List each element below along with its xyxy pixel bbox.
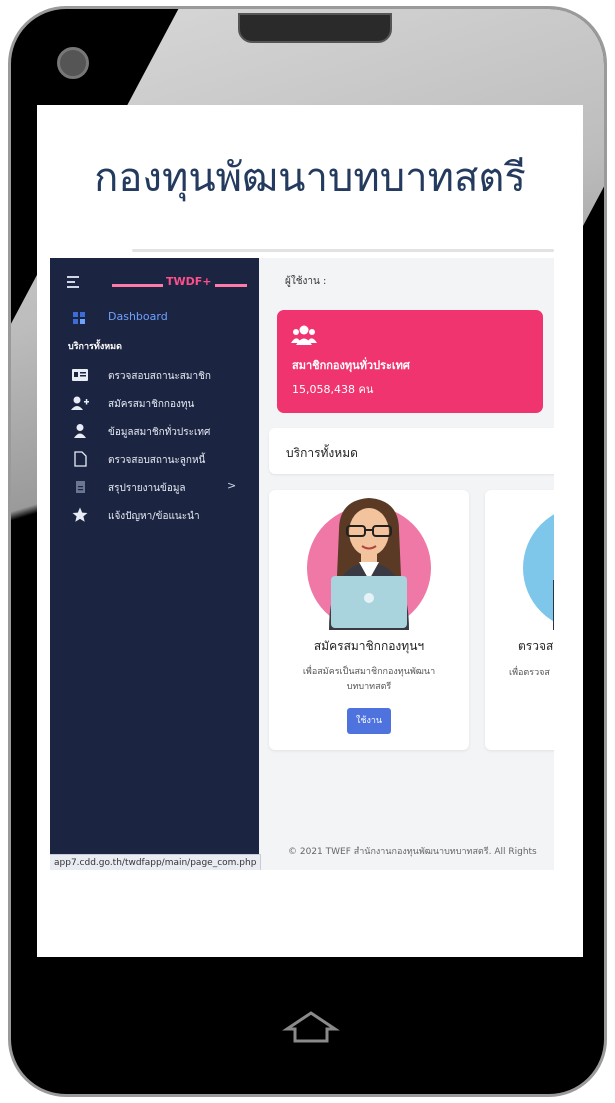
- member-stat-card[interactable]: สมาชิกกองทุนทั่วประเทศ 15,058,438 คน: [277, 310, 543, 413]
- sidebar-item-label: สมัครสมาชิกกองทุน: [108, 399, 195, 410]
- sidebar-item-label: แจ้งปัญหา/ข้อแนะนำ: [108, 511, 200, 522]
- footer-copyright: © 2021 TWEF สำนักงานกองทุนพัฒนาบทบาทสตรี…: [288, 847, 537, 857]
- id-card-icon: [72, 369, 88, 381]
- user-plus-icon: [71, 396, 89, 410]
- sidebar-item-dashboard[interactable]: Dashboard: [108, 310, 168, 323]
- card-description: เพื่อตรวจส: [509, 668, 550, 678]
- sidebar-item-label: ตรวจสอบสถานะสมาชิก: [108, 371, 211, 382]
- sidebar-item-label: สรุปรายงานข้อมูล: [108, 483, 186, 494]
- menu-icon[interactable]: [67, 276, 79, 291]
- speaker-grille: [238, 13, 392, 43]
- sidebar-section-label: บริการทั้งหมด: [68, 342, 122, 352]
- sidebar: TWDF+ Dashboard บริการทั้งหมด ตรวจสอบสถา…: [50, 258, 262, 870]
- illustration-partial: [523, 514, 554, 630]
- report-icon: [76, 481, 85, 493]
- sidebar-item-feedback[interactable]: แจ้งปัญหา/ข้อแนะนำ: [50, 505, 259, 527]
- sidebar-item-register[interactable]: สมัครสมาชิกกองทุน: [50, 393, 259, 415]
- logo[interactable]: TWDF+: [163, 275, 215, 288]
- sidebar-item-label: ข้อมูลสมาชิกทั่วประเทศ: [108, 427, 211, 438]
- stat-count: 15,058,438 คน: [292, 383, 374, 396]
- stat-label: สมาชิกกองทุนทั่วประเทศ: [292, 359, 410, 372]
- service-card: สมัครสมาชิกกองทุนฯ เพื่อสมัครเป็นสมาชิกก…: [269, 490, 469, 750]
- services-heading: บริการทั้งหมด: [286, 446, 358, 460]
- card-title: สมัครสมาชิกกองทุนฯ: [313, 639, 425, 653]
- dashboard-icon: [73, 312, 85, 324]
- status-url: app7.cdd.go.th/twdfapp/main/page_com.php: [50, 854, 262, 870]
- users-icon: [291, 325, 317, 345]
- camera-icon: [57, 47, 89, 79]
- chevron-right-icon: >: [227, 479, 237, 492]
- sidebar-item-label: ตรวจสอบสถานะลูกหนี้: [108, 455, 206, 466]
- home-icon[interactable]: [281, 1007, 341, 1047]
- star-icon: [72, 507, 88, 522]
- user-icon: [74, 424, 86, 438]
- user-label: ผู้ใช้งาน :: [285, 276, 327, 287]
- services-header: บริการทั้งหมด: [269, 428, 554, 474]
- phone-screen: กองทุนพัฒนาบทบาทสตรี TWDF+ Dashboard บริ…: [37, 105, 583, 957]
- card-description: เพื่อสมัครเป็นสมาชิกกองทุนพัฒนา บทบาทสตร…: [302, 667, 436, 692]
- sidebar-item-member-status[interactable]: ตรวจสอบสถานะสมาชิก: [50, 365, 259, 387]
- service-card: ตรวจส เพื่อตรวจส: [485, 490, 554, 750]
- woman-laptop-illustration: [307, 498, 431, 630]
- divider: [132, 249, 554, 252]
- card-title: ตรวจส: [518, 639, 554, 653]
- sidebar-item-report[interactable]: สรุปรายงานข้อมูล >: [50, 477, 259, 499]
- page-title: กองทุนพัฒนาบทบาทสตรี: [94, 155, 526, 201]
- main-content: ผู้ใช้งาน : สมาชิกกองทุนทั่วประเทศ 15,05…: [259, 258, 554, 870]
- use-button[interactable]: ใช้งาน: [347, 708, 391, 734]
- app-screenshot: TWDF+ Dashboard บริการทั้งหมด ตรวจสอบสถา…: [50, 258, 554, 870]
- sidebar-item-debtor-status[interactable]: ตรวจสอบสถานะลูกหนี้: [50, 449, 259, 471]
- file-icon: [74, 451, 87, 467]
- sidebar-item-members-nationwide[interactable]: ข้อมูลสมาชิกทั่วประเทศ: [50, 421, 259, 443]
